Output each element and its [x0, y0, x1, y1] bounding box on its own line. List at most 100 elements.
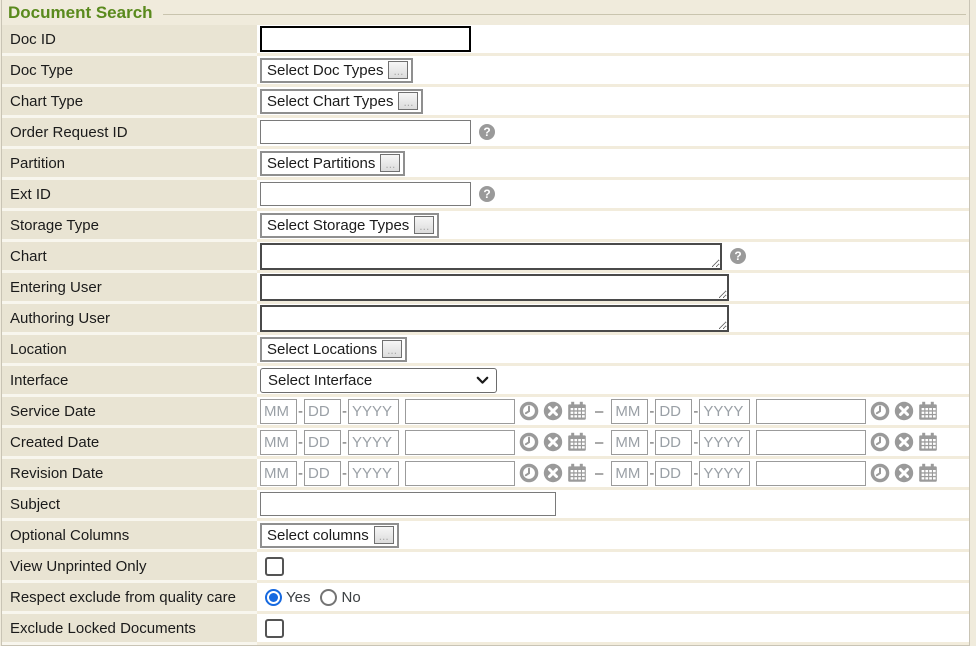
clear-icon[interactable]: [543, 401, 563, 421]
service-date-from-time-input[interactable]: [405, 399, 515, 424]
form-rows: Doc ID Doc Type Select Doc Types ... Cha…: [2, 25, 969, 645]
row-created-date: Created Date - - – -: [2, 428, 969, 459]
interface-select[interactable]: Select Interface: [260, 368, 497, 393]
created-date-from-time-input[interactable]: [405, 430, 515, 455]
partition-picker[interactable]: Select Partitions ...: [260, 151, 405, 176]
revision-date-to-time-input[interactable]: [756, 461, 866, 486]
quality-care-radio-yes[interactable]: [265, 589, 282, 606]
revision-date-from-month-input[interactable]: [260, 461, 297, 486]
chevron-down-icon: [476, 376, 489, 385]
revision-date-to-day-input[interactable]: [655, 461, 692, 486]
ext-id-input[interactable]: [260, 182, 471, 206]
row-entering-user: Entering User: [2, 273, 969, 304]
created-date-from-group: - -: [260, 430, 587, 455]
storage-type-picker-label: Select Storage Types: [267, 217, 409, 234]
interface-select-value: Select Interface: [268, 372, 372, 389]
created-date-to-month-input[interactable]: [611, 430, 648, 455]
partition-more-button[interactable]: ...: [380, 154, 400, 172]
date-range-dash: –: [595, 434, 603, 451]
authoring-user-textarea[interactable]: [260, 305, 729, 332]
location-picker[interactable]: Select Locations ...: [260, 337, 407, 362]
created-date-to-day-input[interactable]: [655, 430, 692, 455]
clock-icon[interactable]: [519, 463, 539, 483]
field-label-subject: Subject: [2, 490, 257, 521]
row-view-unprinted: View Unprinted Only: [2, 552, 969, 583]
header-rule: [163, 14, 966, 15]
row-interface: Interface Select Interface: [2, 366, 969, 397]
clock-icon[interactable]: [519, 401, 539, 421]
clear-icon[interactable]: [543, 432, 563, 452]
calendar-icon[interactable]: [918, 401, 938, 421]
service-date-to-day-input[interactable]: [655, 399, 692, 424]
location-more-button[interactable]: ...: [382, 340, 402, 358]
calendar-icon[interactable]: [918, 463, 938, 483]
subject-input[interactable]: [260, 492, 556, 516]
clock-icon[interactable]: [519, 432, 539, 452]
chart-type-picker[interactable]: Select Chart Types ...: [260, 89, 423, 114]
field-label-order-request-id: Order Request ID: [2, 118, 257, 149]
field-label-view-unprinted: View Unprinted Only: [2, 552, 257, 583]
service-date-to-year-input[interactable]: [699, 399, 750, 424]
revision-date-to-group: - -: [611, 461, 938, 486]
calendar-icon[interactable]: [918, 432, 938, 452]
service-date-to-month-input[interactable]: [611, 399, 648, 424]
service-date-from-year-input[interactable]: [348, 399, 399, 424]
row-exclude-locked: Exclude Locked Documents: [2, 614, 969, 645]
date-separator: -: [649, 403, 654, 420]
clear-icon[interactable]: [894, 463, 914, 483]
doc-type-picker[interactable]: Select Doc Types ...: [260, 58, 413, 83]
calendar-icon[interactable]: [567, 463, 587, 483]
service-date-to-group: - -: [611, 399, 938, 424]
field-label-revision-date: Revision Date: [2, 459, 257, 490]
clear-icon[interactable]: [894, 401, 914, 421]
optional-columns-more-button[interactable]: ...: [374, 526, 394, 544]
row-ext-id: Ext ID ?: [2, 180, 969, 211]
clock-icon[interactable]: [870, 401, 890, 421]
row-quality-care: Respect exclude from quality care Yes No: [2, 583, 969, 614]
revision-date-to-year-input[interactable]: [699, 461, 750, 486]
date-separator: -: [693, 403, 698, 420]
clock-icon[interactable]: [870, 463, 890, 483]
created-date-from-month-input[interactable]: [260, 430, 297, 455]
service-date-from-day-input[interactable]: [304, 399, 341, 424]
clear-icon[interactable]: [894, 432, 914, 452]
doc-id-input[interactable]: [260, 26, 471, 52]
entering-user-textarea[interactable]: [260, 274, 729, 301]
service-date-from-month-input[interactable]: [260, 399, 297, 424]
service-date-to-time-input[interactable]: [756, 399, 866, 424]
optional-columns-picker[interactable]: Select columns ...: [260, 523, 399, 548]
field-label-storage-type: Storage Type: [2, 211, 257, 242]
revision-date-from-time-input[interactable]: [405, 461, 515, 486]
quality-care-radio-no[interactable]: [320, 589, 337, 606]
view-unprinted-checkbox[interactable]: [265, 557, 284, 576]
storage-type-picker[interactable]: Select Storage Types ...: [260, 213, 439, 238]
storage-type-more-button[interactable]: ...: [414, 216, 434, 234]
created-date-to-time-input[interactable]: [756, 430, 866, 455]
revision-date-from-year-input[interactable]: [348, 461, 399, 486]
created-date-from-day-input[interactable]: [304, 430, 341, 455]
calendar-icon[interactable]: [567, 432, 587, 452]
clear-icon[interactable]: [543, 463, 563, 483]
exclude-locked-checkbox[interactable]: [265, 619, 284, 638]
field-label-doc-type: Doc Type: [2, 56, 257, 87]
clock-icon[interactable]: [870, 432, 890, 452]
revision-date-to-month-input[interactable]: [611, 461, 648, 486]
field-label-chart-type: Chart Type: [2, 87, 257, 118]
doc-type-more-button[interactable]: ...: [388, 61, 408, 79]
field-label-service-date: Service Date: [2, 397, 257, 428]
chart-type-more-button[interactable]: ...: [398, 92, 418, 110]
revision-date-from-day-input[interactable]: [304, 461, 341, 486]
quality-care-radio-group: Yes No: [265, 589, 367, 606]
created-date-to-year-input[interactable]: [699, 430, 750, 455]
field-label-interface: Interface: [2, 366, 257, 397]
help-icon[interactable]: ?: [479, 124, 495, 140]
field-label-chart: Chart: [2, 242, 257, 273]
chart-textarea[interactable]: [260, 243, 722, 270]
order-request-id-input[interactable]: [260, 120, 471, 144]
help-icon[interactable]: ?: [479, 186, 495, 202]
help-icon[interactable]: ?: [730, 248, 746, 264]
calendar-icon[interactable]: [567, 401, 587, 421]
row-optional-columns: Optional Columns Select columns ...: [2, 521, 969, 552]
created-date-from-year-input[interactable]: [348, 430, 399, 455]
date-separator: -: [693, 434, 698, 451]
